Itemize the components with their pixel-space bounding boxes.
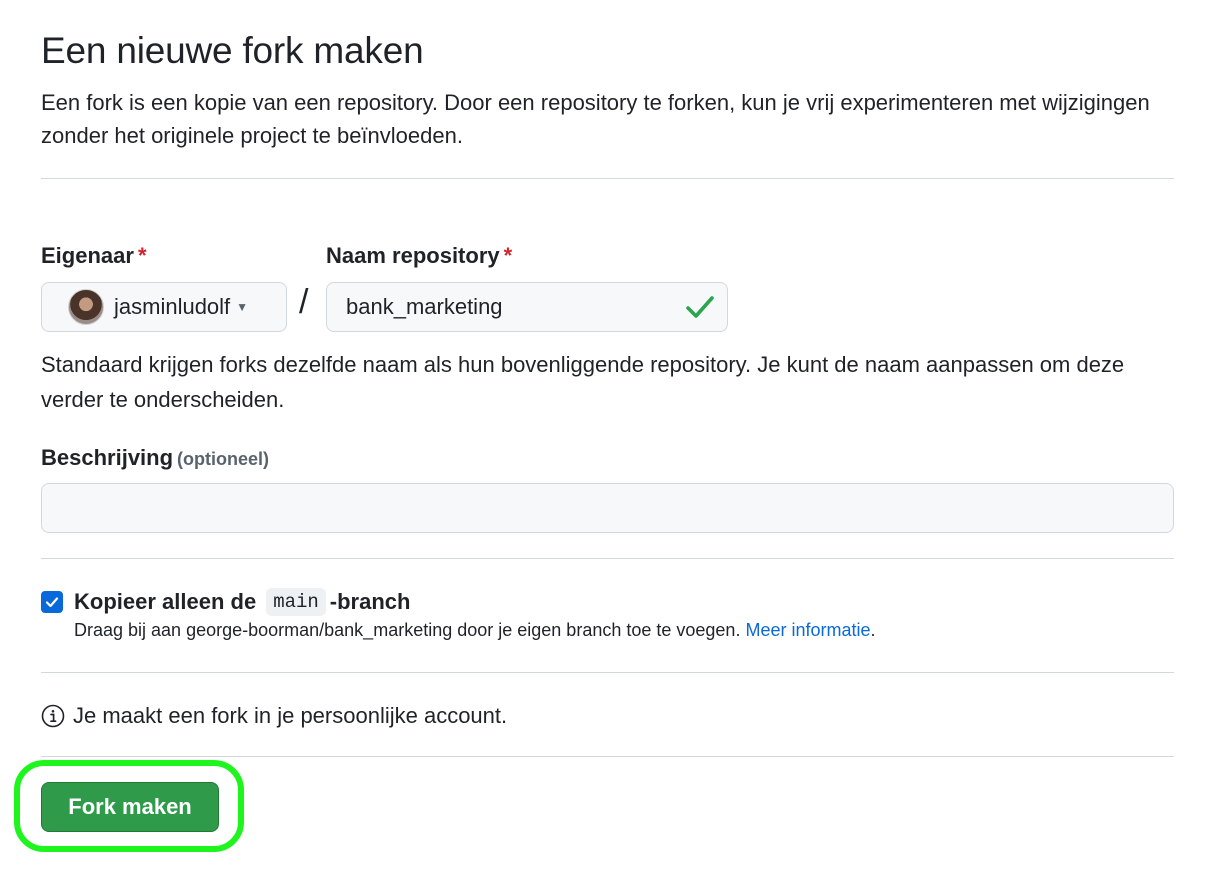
learn-more-link[interactable]: Meer informatie <box>745 620 870 640</box>
owner-name: jasminludolf <box>114 294 231 319</box>
divider <box>41 558 1174 559</box>
checkmark-icon <box>45 597 59 608</box>
check-icon <box>686 296 714 318</box>
repository-name-hint: Standaard krijgen forks dezelfde naam al… <box>41 352 1125 412</box>
owner-label: Eigenaar * <box>41 243 147 268</box>
copy-branch-help: Draag bij aan george-boorman/bank_market… <box>74 620 876 640</box>
optional-note: (optioneel) <box>177 449 270 469</box>
create-fork-button[interactable]: Fork maken <box>41 782 219 832</box>
divider <box>41 178 1174 179</box>
repository-name-label: Naam repository * <box>326 243 513 268</box>
copy-main-branch-label[interactable]: Kopieer alleen de main -branch <box>74 588 410 616</box>
copy-main-branch-checkbox[interactable] <box>41 591 63 613</box>
user-avatar <box>68 289 104 325</box>
personal-account-notice: Je maakt een fork in je persoonlijke acc… <box>41 703 507 729</box>
branch-code: main <box>266 588 326 616</box>
chevron-down-icon: ▼ <box>236 300 249 314</box>
owner-repo-separator: / <box>299 283 309 321</box>
owner-select[interactable]: jasminludolf ▼ <box>41 282 287 332</box>
description-input[interactable] <box>41 483 1174 533</box>
divider <box>41 672 1174 673</box>
description-label: Beschrijving (optioneel) <box>41 445 270 470</box>
required-mark: * <box>137 243 147 268</box>
divider <box>41 756 1174 757</box>
required-mark: * <box>503 243 513 268</box>
page-description: Een fork is een kopie van een repository… <box>41 90 1150 148</box>
page-title: Een nieuwe fork maken <box>41 30 424 71</box>
info-icon <box>41 704 65 728</box>
repository-name-input[interactable] <box>326 282 728 332</box>
